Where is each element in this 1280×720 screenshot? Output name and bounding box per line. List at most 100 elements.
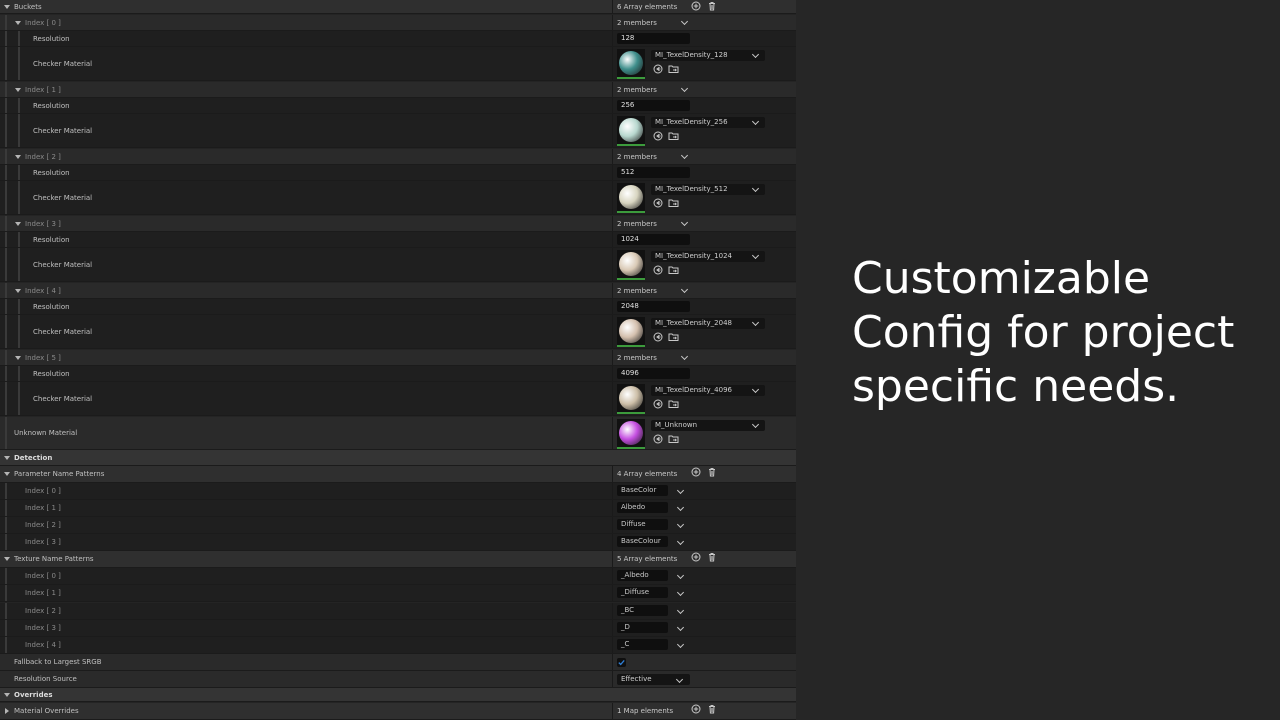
param-pattern-input[interactable]: Diffuse <box>617 519 668 530</box>
chevron-down-icon[interactable] <box>751 184 760 193</box>
chevron-down-icon[interactable] <box>680 285 689 294</box>
resolution-input[interactable]: 128 <box>617 33 690 44</box>
expand-arrow-icon[interactable] <box>15 221 21 226</box>
buckets-label: Buckets <box>14 2 42 11</box>
material-thumbnail[interactable] <box>617 183 645 213</box>
add-element-icon[interactable] <box>691 704 701 716</box>
indent-guide <box>5 483 7 499</box>
chevron-down-icon[interactable] <box>680 151 689 160</box>
chevron-down-icon[interactable] <box>675 675 684 684</box>
param-pattern-row: Index [ 0 ] BaseColor <box>0 483 796 500</box>
add-element-icon[interactable] <box>691 467 701 479</box>
resolution-input[interactable]: 2048 <box>617 301 690 312</box>
folder-icon[interactable] <box>668 332 679 344</box>
folder-icon[interactable] <box>668 64 679 76</box>
expand-arrow-icon[interactable] <box>4 557 10 561</box>
chevron-down-icon[interactable] <box>680 218 689 227</box>
folder-icon[interactable] <box>668 434 679 446</box>
folder-icon[interactable] <box>668 265 679 277</box>
chevron-down-icon[interactable] <box>751 318 760 327</box>
add-element-icon[interactable] <box>691 552 701 564</box>
chevron-down-icon[interactable] <box>751 251 760 260</box>
folder-icon[interactable] <box>668 198 679 210</box>
expand-arrow-icon[interactable] <box>15 87 21 92</box>
param-pattern-input[interactable]: BaseColor <box>617 485 668 496</box>
indent-guide <box>5 248 7 281</box>
resolution-input[interactable]: 512 <box>617 167 690 178</box>
resolution-input[interactable]: 1024 <box>617 234 690 245</box>
indent-guide <box>5 534 7 550</box>
delete-icon[interactable] <box>707 467 717 479</box>
material-thumbnail[interactable] <box>617 317 645 347</box>
browse-icon[interactable] <box>653 434 663 446</box>
texture-pattern-index: Index [ 0 ] <box>25 572 61 580</box>
texture-patterns-count: 5 Array elements <box>617 555 678 563</box>
resolution-input[interactable]: 4096 <box>617 368 690 379</box>
chevron-down-icon[interactable] <box>751 420 760 429</box>
chevron-down-icon[interactable] <box>676 520 685 529</box>
indent-guide <box>18 366 20 381</box>
browse-icon[interactable] <box>653 332 663 344</box>
chevron-down-icon[interactable] <box>751 385 760 394</box>
delete-icon[interactable] <box>707 552 717 564</box>
chevron-down-icon[interactable] <box>680 352 689 361</box>
folder-icon[interactable] <box>668 399 679 411</box>
browse-icon[interactable] <box>653 265 663 277</box>
add-element-icon[interactable] <box>691 1 701 13</box>
chevron-down-icon[interactable] <box>676 503 685 512</box>
material-thumbnail[interactable] <box>617 384 645 414</box>
expand-arrow-icon[interactable] <box>15 288 21 293</box>
material-selector[interactable]: MI_TexelDensity_256 <box>651 117 765 128</box>
column-divider <box>612 98 613 113</box>
resolution-source-combo[interactable]: Effective <box>617 674 690 685</box>
chevron-down-icon[interactable] <box>676 486 685 495</box>
chevron-down-icon[interactable] <box>676 623 685 632</box>
material-thumbnail[interactable] <box>617 49 645 79</box>
browse-icon[interactable] <box>653 131 663 143</box>
expand-arrow-icon[interactable] <box>4 455 10 460</box>
delete-icon[interactable] <box>707 704 717 716</box>
browse-icon[interactable] <box>653 399 663 411</box>
texture-pattern-input[interactable]: _Diffuse <box>617 587 668 598</box>
material-selector[interactable]: MI_TexelDensity_1024 <box>651 251 765 262</box>
material-selector[interactable]: MI_TexelDensity_512 <box>651 184 765 195</box>
material-selector[interactable]: M_Unknown <box>651 420 765 431</box>
material-thumbnail[interactable] <box>617 250 645 280</box>
expand-arrow-icon[interactable] <box>15 20 21 25</box>
param-pattern-input[interactable]: Albedo <box>617 502 668 513</box>
texture-pattern-input[interactable]: _Albedo <box>617 570 668 581</box>
indent-guide <box>5 585 7 601</box>
material-selector[interactable]: MI_TexelDensity_4096 <box>651 385 765 396</box>
expand-arrow-icon[interactable] <box>4 692 10 697</box>
chevron-down-icon[interactable] <box>676 537 685 546</box>
chevron-down-icon[interactable] <box>676 640 685 649</box>
chevron-down-icon[interactable] <box>676 606 685 615</box>
resolution-input[interactable]: 256 <box>617 100 690 111</box>
material-thumbnail[interactable] <box>617 419 645 449</box>
expand-arrow-icon[interactable] <box>4 472 10 476</box>
indent-guide <box>5 283 7 298</box>
collapsed-arrow-icon[interactable] <box>5 708 9 714</box>
browse-icon[interactable] <box>653 198 663 210</box>
expand-arrow-icon[interactable] <box>15 154 21 159</box>
column-divider <box>612 483 613 499</box>
folder-icon[interactable] <box>668 131 679 143</box>
material-selector[interactable]: MI_TexelDensity_128 <box>651 50 765 61</box>
chevron-down-icon[interactable] <box>751 117 760 126</box>
texture-pattern-input[interactable]: _BC <box>617 605 668 616</box>
texture-pattern-input[interactable]: _D <box>617 622 668 633</box>
chevron-down-icon[interactable] <box>680 84 689 93</box>
fallback-checkbox[interactable] <box>617 658 626 667</box>
chevron-down-icon[interactable] <box>676 571 685 580</box>
chevron-down-icon[interactable] <box>680 17 689 26</box>
browse-icon[interactable] <box>653 64 663 76</box>
material-thumbnail[interactable] <box>617 116 645 146</box>
texture-pattern-input[interactable]: _C <box>617 639 668 650</box>
delete-icon[interactable] <box>707 1 717 13</box>
material-selector[interactable]: MI_TexelDensity_2048 <box>651 318 765 329</box>
expand-arrow-icon[interactable] <box>4 4 10 9</box>
expand-arrow-icon[interactable] <box>15 355 21 360</box>
chevron-down-icon[interactable] <box>751 50 760 59</box>
param-pattern-input[interactable]: BaseColour <box>617 536 668 547</box>
chevron-down-icon[interactable] <box>676 588 685 597</box>
